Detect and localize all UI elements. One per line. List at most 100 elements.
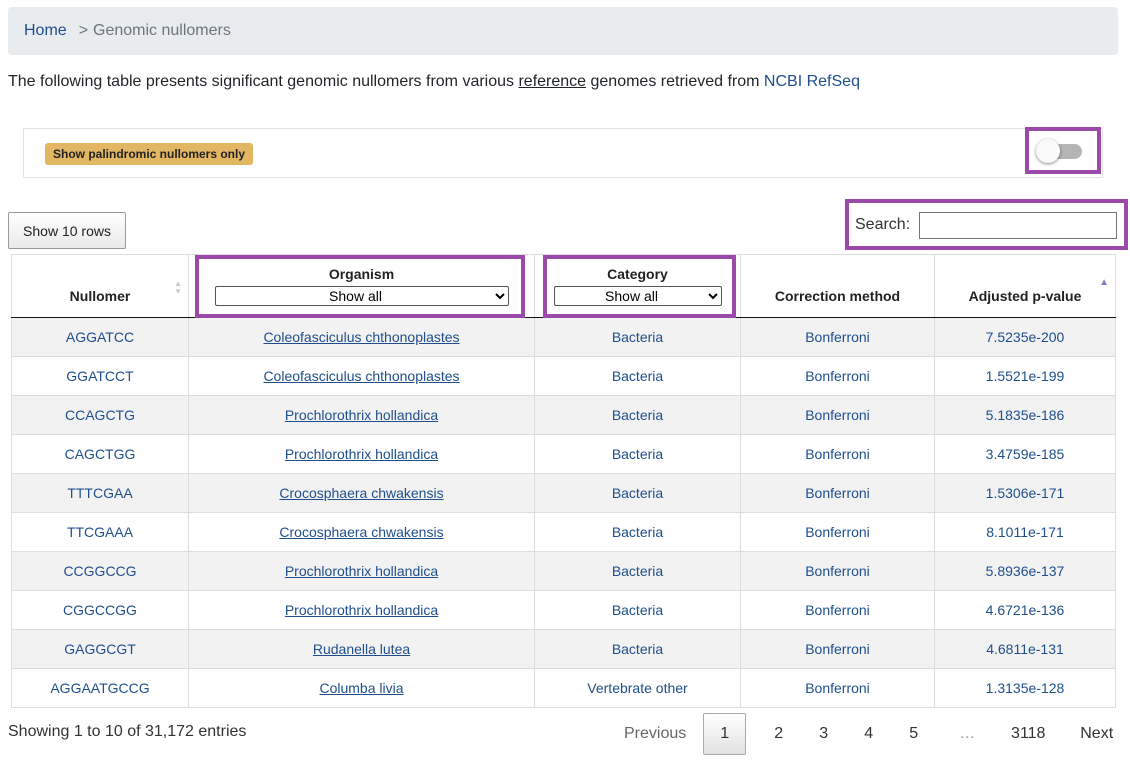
cell-organism: Prochlorothrix hollandica — [188, 395, 535, 435]
cell-nullomer: AGGAATGCCG — [11, 668, 189, 708]
cell-pvalue: 5.8936e-137 — [934, 551, 1116, 591]
cell-nullomer: GAGGCGT — [11, 629, 189, 669]
sort-ascending-icon: ▲ — [1099, 277, 1109, 288]
toggle-knob — [1036, 139, 1060, 163]
pagination-ellipsis: … — [959, 725, 976, 742]
organism-link[interactable]: Columba livia — [319, 680, 403, 696]
cell-nullomer: TTTCGAA — [11, 473, 189, 513]
cell-pvalue: 7.5235e-200 — [934, 317, 1116, 357]
search-label: Search: — [855, 216, 911, 233]
cell-organism: Rudanella lutea — [188, 629, 535, 669]
table-header-row: Nullomer ▲ ▼ Organism Show all Category S… — [11, 254, 1116, 318]
cell-category: Bacteria — [534, 512, 741, 552]
cell-category: Bacteria — [534, 590, 741, 630]
column-header-pvalue[interactable]: Adjusted p-value ▲ — [934, 254, 1116, 318]
pagination: Previous 1 2 3 4 5 … 3118 Next — [612, 713, 1125, 755]
cell-correction: Bonferroni — [740, 551, 935, 591]
breadcrumb-current: Genomic nullomers — [93, 22, 231, 39]
cell-correction: Bonferroni — [740, 668, 935, 708]
cell-pvalue: 8.1011e-171 — [934, 512, 1116, 552]
intro-reference: reference — [518, 73, 587, 90]
pagination-page-3[interactable]: 3 — [801, 713, 846, 755]
breadcrumb-separator: > — [78, 22, 89, 39]
pagination-next[interactable]: Next — [1058, 713, 1125, 755]
cell-correction: Bonferroni — [740, 629, 935, 669]
intro-middle: genomes retrieved from — [586, 73, 764, 90]
cell-organism: Prochlorothrix hollandica — [188, 434, 535, 474]
cell-correction: Bonferroni — [740, 395, 935, 435]
breadcrumb: Home > Genomic nullomers — [8, 7, 1118, 55]
search-input[interactable] — [919, 211, 1118, 239]
cell-correction: Bonferroni — [740, 356, 935, 396]
cell-category: Bacteria — [534, 434, 741, 474]
cell-pvalue: 3.4759e-185 — [934, 434, 1116, 474]
cell-organism: Crocosphaera chwakensis — [188, 512, 535, 552]
table-row: TTCGAAA Crocosphaera chwakensis Bacteria… — [11, 512, 1116, 552]
pagination-page-2[interactable]: 2 — [756, 713, 801, 755]
organism-link[interactable]: Prochlorothrix hollandica — [285, 446, 438, 462]
organism-link[interactable]: Crocosphaera chwakensis — [279, 524, 443, 540]
column-header-category: Category Show all — [534, 254, 741, 318]
table-row: CCGGCCG Prochlorothrix hollandica Bacter… — [11, 551, 1116, 591]
column-label-nullomer: Nullomer — [69, 288, 131, 304]
cell-pvalue: 1.5521e-199 — [934, 356, 1116, 396]
organism-link[interactable]: Rudanella lutea — [313, 641, 410, 657]
cell-nullomer: GGATCCT — [11, 356, 189, 396]
column-label-organism: Organism — [328, 266, 395, 282]
organism-link[interactable]: Prochlorothrix hollandica — [285, 563, 438, 579]
show-rows-button[interactable]: Show 10 rows — [8, 212, 126, 249]
cell-organism: Columba livia — [188, 668, 535, 708]
organism-link[interactable]: Crocosphaera chwakensis — [279, 485, 443, 501]
cell-pvalue: 4.6811e-131 — [934, 629, 1116, 669]
cell-category: Bacteria — [534, 395, 741, 435]
table-row: CCAGCTG Prochlorothrix hollandica Bacter… — [11, 395, 1116, 435]
table-row: CAGCTGG Prochlorothrix hollandica Bacter… — [11, 434, 1116, 474]
pagination-page-last[interactable]: 3118 — [998, 713, 1058, 755]
nullomer-table: Nullomer ▲ ▼ Organism Show all Category S… — [11, 254, 1116, 708]
column-header-organism: Organism Show all — [188, 254, 535, 318]
column-label-category: Category — [607, 266, 668, 282]
cell-organism: Prochlorothrix hollandica — [188, 590, 535, 630]
intro-text: The following table presents significant… — [8, 73, 860, 91]
cell-correction: Bonferroni — [740, 590, 935, 630]
cell-nullomer: AGGATCC — [11, 317, 189, 357]
cell-category: Bacteria — [534, 473, 741, 513]
pagination-previous[interactable]: Previous — [612, 713, 698, 755]
table-info: Showing 1 to 10 of 31,172 entries — [8, 723, 247, 740]
cell-nullomer: CCAGCTG — [11, 395, 189, 435]
organism-filter-select[interactable]: Show all — [214, 286, 509, 306]
cell-category: Bacteria — [534, 629, 741, 669]
search-area: Search: — [855, 210, 1118, 240]
cell-category: Bacteria — [534, 356, 741, 396]
table-row: GGATCCT Coleofasciculus chthonoplastes B… — [11, 356, 1116, 396]
cell-organism: Coleofasciculus chthonoplastes — [188, 356, 535, 396]
cell-pvalue: 1.5306e-171 — [934, 473, 1116, 513]
organism-link[interactable]: Prochlorothrix hollandica — [285, 407, 438, 423]
cell-organism: Prochlorothrix hollandica — [188, 551, 535, 591]
cell-correction: Bonferroni — [740, 473, 935, 513]
cell-organism: Coleofasciculus chthonoplastes — [188, 317, 535, 357]
organism-link[interactable]: Prochlorothrix hollandica — [285, 602, 438, 618]
cell-pvalue: 1.3135e-128 — [934, 668, 1116, 708]
pagination-page-current[interactable]: 1 — [703, 713, 747, 755]
cell-category: Bacteria — [534, 317, 741, 357]
column-label-correction: Correction method — [774, 288, 901, 304]
pagination-page-5[interactable]: 5 — [891, 713, 936, 755]
cell-correction: Bonferroni — [740, 434, 935, 474]
cell-nullomer: CAGCTGG — [11, 434, 189, 474]
table-row: AGGAATGCCG Columba livia Vertebrate othe… — [11, 668, 1116, 708]
palindromic-toggle[interactable] — [1036, 139, 1084, 163]
cell-nullomer: TTCGAAA — [11, 512, 189, 552]
column-header-correction[interactable]: Correction method — [740, 254, 935, 318]
pagination-page-4[interactable]: 4 — [846, 713, 891, 755]
cell-pvalue: 4.6721e-136 — [934, 590, 1116, 630]
organism-link[interactable]: Coleofasciculus chthonoplastes — [263, 329, 459, 345]
ncbi-refseq-link[interactable]: NCBI RefSeq — [764, 73, 860, 90]
category-filter-select[interactable]: Show all — [553, 286, 722, 306]
table-row: AGGATCC Coleofasciculus chthonoplastes B… — [11, 317, 1116, 357]
breadcrumb-home-link[interactable]: Home — [24, 22, 67, 40]
palindromic-filter-label: Show palindromic nullomers only — [45, 143, 254, 165]
intro-before: The following table presents significant… — [8, 73, 519, 90]
organism-link[interactable]: Coleofasciculus chthonoplastes — [263, 368, 459, 384]
column-header-nullomer[interactable]: Nullomer ▲ ▼ — [11, 254, 189, 318]
